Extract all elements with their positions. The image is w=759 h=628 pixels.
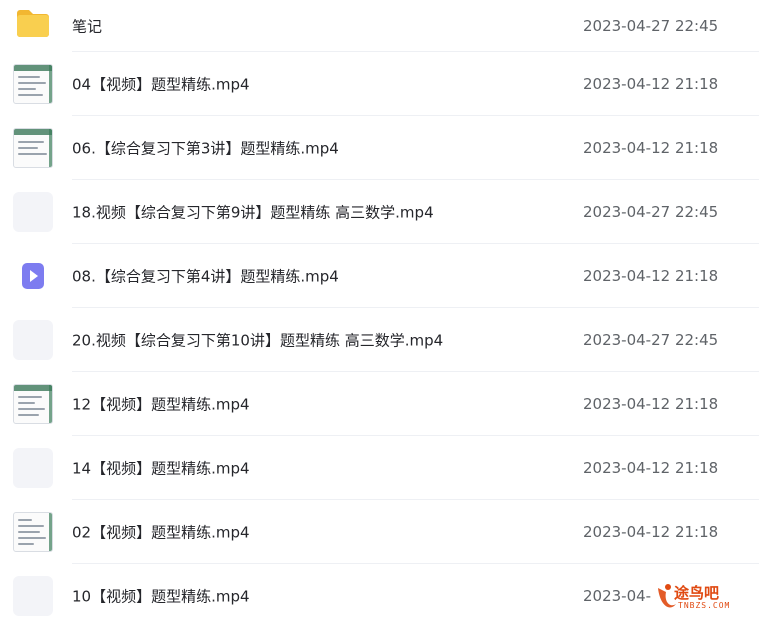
file-row[interactable]: 08.【综合复习下第4讲】题型精练.mp4 2023-04-12 21:18 bbox=[0, 244, 759, 308]
file-date: 2023-04-12 21:18 bbox=[583, 267, 719, 285]
file-row[interactable]: 02【视频】题型精练.mp4 2023-04-12 21:18 bbox=[0, 500, 759, 564]
file-row[interactable]: 笔记 2023-04-27 22:45 bbox=[0, 0, 759, 52]
file-name: 20.视频【综合复习下第10讲】题型精练 高三数学.mp4 bbox=[72, 331, 444, 350]
file-name: 04【视频】题型精练.mp4 bbox=[72, 75, 250, 94]
watermark-text: 途鸟吧 bbox=[674, 584, 720, 602]
file-date: 2023-04-27 22:45 bbox=[583, 17, 719, 35]
file-row[interactable]: 14【视频】题型精练.mp4 2023-04-12 21:18 bbox=[0, 436, 759, 500]
file-row[interactable]: 18.视频【综合复习下第9讲】题型精练 高三数学.mp4 2023-04-27 … bbox=[0, 180, 759, 244]
file-date: 2023-04-12 21:18 bbox=[583, 395, 719, 413]
video-thumbnail-placeholder bbox=[13, 576, 53, 616]
file-date: 2023-04-12 21:18 bbox=[583, 139, 719, 157]
video-thumbnail bbox=[13, 384, 53, 424]
file-name: 10【视频】题型精练.mp4 bbox=[72, 587, 250, 606]
video-thumbnail-placeholder bbox=[13, 192, 53, 232]
file-date: 2023-04- bbox=[583, 587, 652, 605]
video-file-icon bbox=[13, 256, 53, 296]
file-date: 2023-04-27 22:45 bbox=[583, 203, 719, 221]
file-date: 2023-04-27 22:45 bbox=[583, 331, 719, 349]
video-thumbnail bbox=[13, 128, 53, 168]
video-thumbnail-placeholder bbox=[13, 448, 53, 488]
file-row[interactable]: 10【视频】题型精练.mp4 2023-04- bbox=[0, 564, 759, 628]
file-date: 2023-04-12 21:18 bbox=[583, 75, 719, 93]
file-row[interactable]: 04【视频】题型精练.mp4 2023-04-12 21:18 bbox=[0, 52, 759, 116]
file-date: 2023-04-12 21:18 bbox=[583, 523, 719, 541]
file-row[interactable]: 20.视频【综合复习下第10讲】题型精练 高三数学.mp4 2023-04-27… bbox=[0, 308, 759, 372]
file-date: 2023-04-12 21:18 bbox=[583, 459, 719, 477]
file-name: 笔记 bbox=[72, 17, 103, 36]
file-name: 02【视频】题型精练.mp4 bbox=[72, 523, 250, 542]
video-thumbnail bbox=[13, 512, 53, 552]
file-name: 14【视频】题型精练.mp4 bbox=[72, 459, 250, 478]
file-row[interactable]: 12【视频】题型精练.mp4 2023-04-12 21:18 bbox=[0, 372, 759, 436]
file-name: 18.视频【综合复习下第9讲】题型精练 高三数学.mp4 bbox=[72, 203, 434, 222]
file-name: 12【视频】题型精练.mp4 bbox=[72, 395, 250, 414]
file-name: 08.【综合复习下第4讲】题型精练.mp4 bbox=[72, 267, 339, 286]
file-name: 06.【综合复习下第3讲】题型精练.mp4 bbox=[72, 139, 339, 158]
video-thumbnail-placeholder bbox=[13, 320, 53, 360]
video-thumbnail bbox=[13, 64, 53, 104]
folder-icon bbox=[13, 4, 53, 44]
file-list: 笔记 2023-04-27 22:45 04【视频】题型精练.mp4 2023-… bbox=[0, 0, 759, 628]
file-row[interactable]: 06.【综合复习下第3讲】题型精练.mp4 2023-04-12 21:18 bbox=[0, 116, 759, 180]
watermark-url: TNBZS.COM bbox=[678, 601, 731, 610]
